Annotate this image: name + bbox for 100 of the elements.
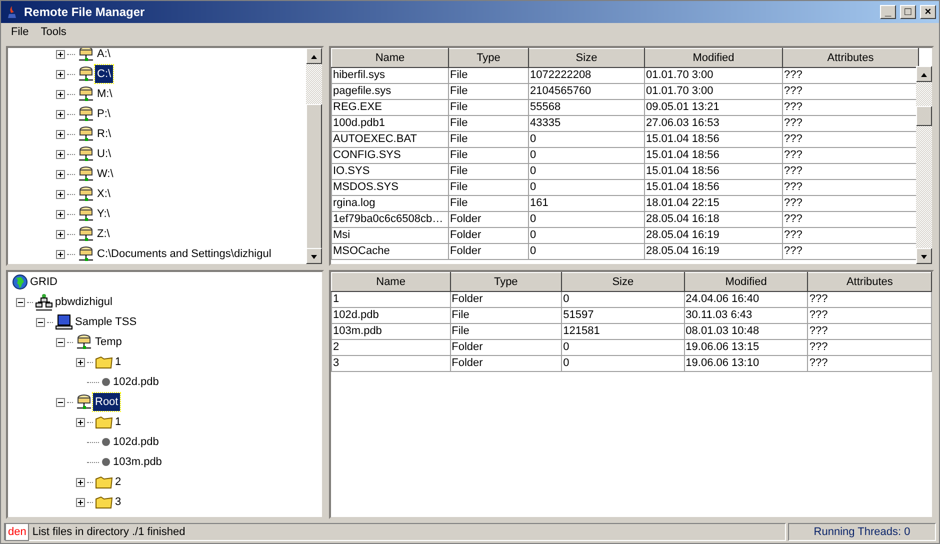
tree-item[interactable]: 102d.pdb	[111, 372, 161, 392]
scroll-up-button[interactable]	[306, 48, 322, 64]
scroll-up-button[interactable]	[916, 66, 932, 82]
scroll-down-button[interactable]	[306, 248, 322, 264]
tree-item[interactable]: A:\	[95, 48, 112, 64]
tree-item[interactable]: pbwdizhigul	[53, 292, 114, 312]
column-header[interactable]: Attributes	[782, 48, 918, 68]
table-cell: IO.SYS	[332, 164, 448, 180]
table-cell: 0	[528, 180, 644, 196]
collapse-icon[interactable]	[36, 318, 45, 326]
table-cell: File	[448, 164, 528, 180]
table-cell: 0	[562, 356, 684, 372]
expand-icon[interactable]	[56, 130, 65, 138]
menu-item[interactable]: Tools	[34, 24, 72, 41]
tree-item[interactable]: U:\	[95, 144, 114, 164]
table-cell: AUTOEXEC.BAT	[332, 132, 448, 148]
tree-item[interactable]: R:\	[95, 124, 114, 144]
table-cell: File	[448, 132, 528, 148]
table-cell: 15.01.04 18:56	[644, 132, 782, 148]
table-cell: 0	[528, 148, 644, 164]
drive-icon	[77, 125, 95, 143]
table-cell: 19.06.06 13:10	[684, 356, 808, 372]
collapse-icon[interactable]	[16, 298, 25, 306]
column-header[interactable]: Name	[332, 272, 450, 292]
tree-item[interactable]: 102d.pdb	[111, 432, 161, 452]
table-cell: 0	[528, 164, 644, 180]
tree-item[interactable]: Z:\	[95, 224, 112, 244]
folder-icon	[95, 355, 113, 369]
column-header[interactable]: Attributes	[808, 272, 932, 292]
table-cell: 15.01.04 18:56	[644, 148, 782, 164]
table-cell: 28.05.04 16:19	[644, 244, 782, 260]
table-cell: 15.01.04 18:56	[644, 180, 782, 196]
column-header[interactable]: Size	[562, 272, 684, 292]
close-button[interactable]: ×	[920, 5, 936, 19]
expand-icon[interactable]	[56, 210, 65, 218]
tree-item[interactable]: Temp	[93, 332, 124, 352]
table-cell: 09.05.01 13:21	[644, 100, 782, 116]
tree-item[interactable]: Sample TSS	[73, 312, 139, 332]
table-cell: 27.06.03 16:53	[644, 116, 782, 132]
tree-item[interactable]: 103m.pdb	[111, 452, 164, 472]
column-header[interactable]: Name	[332, 48, 448, 68]
tree-item[interactable]: 1	[113, 352, 124, 372]
column-header[interactable]: Type	[448, 48, 528, 68]
expand-icon[interactable]	[56, 70, 65, 78]
expand-icon[interactable]	[76, 358, 85, 366]
globe-icon	[12, 274, 28, 290]
table-cell: 102d.pdb	[332, 308, 450, 324]
table-cell: 08.01.03 10:48	[684, 324, 808, 340]
tree-item[interactable]: 3	[113, 492, 124, 512]
expand-icon[interactable]	[56, 170, 65, 178]
tree-item[interactable]: GRID	[28, 272, 60, 292]
column-header[interactable]: Size	[528, 48, 644, 68]
expand-icon[interactable]	[56, 250, 65, 258]
expand-icon[interactable]	[56, 230, 65, 238]
table-cell: 24.04.06 16:40	[684, 292, 808, 308]
column-header[interactable]: Modified	[644, 48, 782, 68]
table-cell: File	[448, 148, 528, 164]
column-header[interactable]: Modified	[684, 272, 808, 292]
tree-item[interactable]: X:\	[95, 184, 112, 204]
scrollbar[interactable]	[916, 66, 932, 264]
tree-item[interactable]: C:\Documents and Settings\dizhigul	[95, 244, 274, 264]
tree-item[interactable]: 2	[113, 472, 124, 492]
scroll-down-button[interactable]	[916, 248, 932, 264]
table-cell: MSOCache	[332, 244, 448, 260]
table-cell: pagefile.sys	[332, 84, 448, 100]
tree-item[interactable]: C:\	[95, 64, 114, 84]
collapse-icon[interactable]	[56, 338, 65, 346]
tree-item[interactable]: M:\	[95, 84, 114, 104]
expand-icon[interactable]	[56, 190, 65, 198]
tree-item[interactable]: Y:\	[95, 204, 112, 224]
drive-icon	[77, 65, 95, 83]
tree-item[interactable]: 1	[113, 412, 124, 432]
expand-icon[interactable]	[76, 498, 85, 506]
table-cell: Folder	[448, 228, 528, 244]
drive-icon	[75, 393, 93, 411]
tree-item[interactable]: W:\	[95, 164, 116, 184]
scroll-thumb[interactable]	[306, 104, 322, 250]
menu-item[interactable]: File	[5, 24, 35, 41]
table-cell: File	[450, 308, 562, 324]
expand-icon[interactable]	[56, 110, 65, 118]
tree-item[interactable]: Root	[93, 392, 120, 412]
column-header[interactable]: Type	[450, 272, 562, 292]
expand-icon[interactable]	[76, 418, 85, 426]
expand-icon[interactable]	[56, 90, 65, 98]
scrollbar[interactable]	[306, 48, 322, 264]
scroll-thumb[interactable]	[916, 106, 932, 126]
maximize-button[interactable]: □	[900, 5, 916, 19]
table-cell: hiberfil.sys	[332, 68, 448, 84]
expand-icon[interactable]	[56, 150, 65, 158]
expand-icon[interactable]	[76, 478, 85, 486]
expand-icon[interactable]	[56, 50, 65, 58]
table-cell: 0	[528, 244, 644, 260]
drive-icon	[77, 205, 95, 223]
drive-icon	[75, 333, 93, 351]
table-cell: 15.01.04 18:56	[644, 164, 782, 180]
minimize-button[interactable]: _	[880, 5, 896, 19]
table-cell: File	[450, 324, 562, 340]
drive-icon	[77, 245, 95, 263]
tree-item[interactable]: P:\	[95, 104, 112, 124]
collapse-icon[interactable]	[56, 398, 65, 406]
